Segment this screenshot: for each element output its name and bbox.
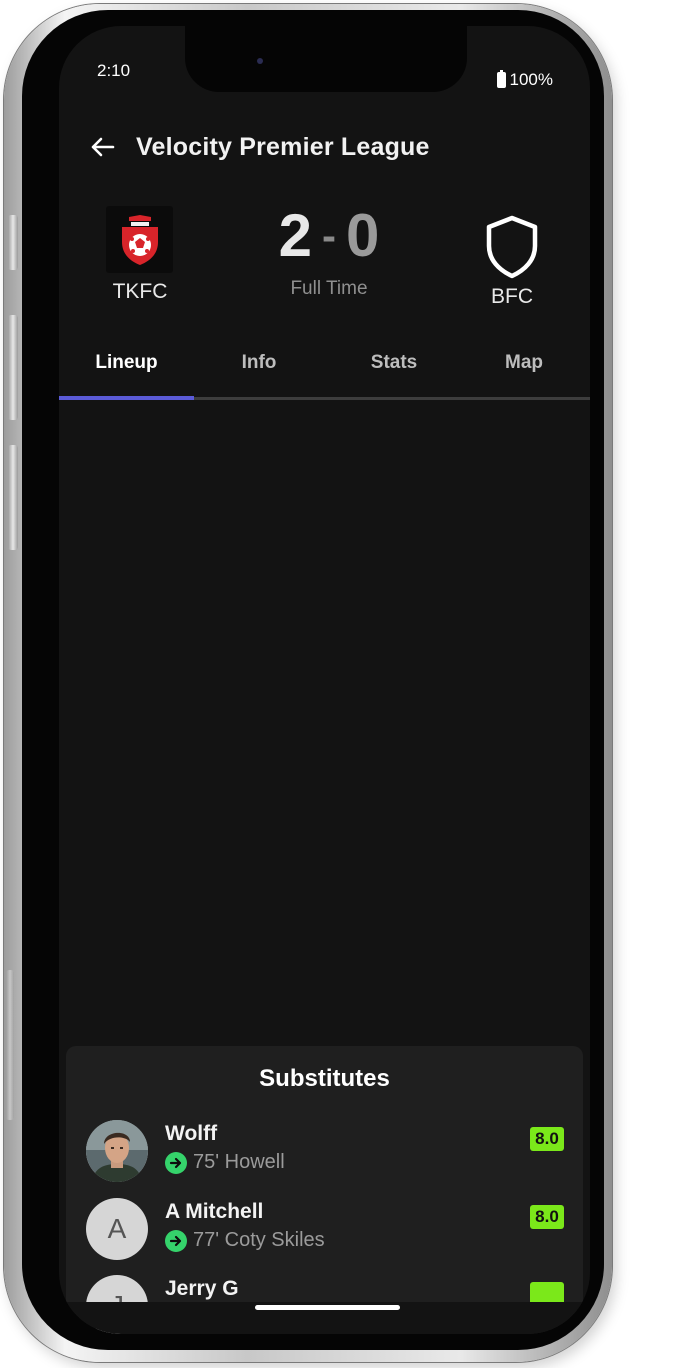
player-name: A Mitchell — [165, 1200, 264, 1223]
player-avatar — [86, 1120, 148, 1182]
match-status: Full Time — [290, 278, 368, 299]
status-time: 2:10 — [97, 61, 131, 80]
avatar-initial: A — [107, 1213, 127, 1244]
side-button — [6, 970, 14, 1120]
player-name: Wolff — [165, 1122, 218, 1145]
substitutes-title: Substitutes — [259, 1065, 390, 1092]
back-arrow-icon[interactable] — [87, 132, 117, 162]
player-rating-badge: 8.0 — [530, 1127, 564, 1151]
home-team-crest-icon[interactable] — [106, 206, 173, 273]
substitutes-panel: Substitutes Wolff 75' Howell 8.0 A A Mit… — [66, 1046, 583, 1334]
score-separator: - — [322, 212, 336, 259]
battery-icon — [496, 70, 506, 88]
camera-icon — [257, 58, 263, 64]
away-team-name: BFC — [491, 285, 533, 308]
player-name: Jerry G — [165, 1277, 239, 1300]
notch — [185, 26, 467, 92]
battery-level: 100% — [509, 70, 553, 89]
volume-down-button — [8, 445, 18, 550]
substitution-detail: 77' Coty Skiles — [165, 1229, 325, 1252]
tab-stats[interactable]: Stats — [354, 352, 434, 374]
away-team-shield-icon[interactable] — [484, 214, 540, 280]
app-screen: 2:10 100% Velocity Premier League TKFC 2… — [59, 26, 590, 1334]
home-team-name: TKFC — [112, 280, 168, 303]
home-indicator[interactable] — [255, 1305, 400, 1310]
tab-lineup[interactable]: Lineup — [79, 352, 174, 374]
sub-in-arrow-icon — [165, 1151, 187, 1174]
tab-info[interactable]: Info — [219, 352, 299, 374]
substitute-row[interactable]: Wolff 75' Howell 8.0 — [86, 1120, 566, 1190]
substitution-text: 75' Howell — [193, 1151, 285, 1173]
battery-indicator: 100% — [496, 70, 553, 90]
substitution-detail: 75' Howell — [165, 1151, 285, 1174]
substitution-text: 77' Coty Skiles — [193, 1229, 325, 1251]
away-score: 0 — [346, 202, 380, 269]
player-rating-badge: 8.0 — [530, 1205, 564, 1229]
volume-up-button — [8, 315, 18, 420]
substitute-row[interactable]: A A Mitchell 77' Coty Skiles 8.0 — [86, 1198, 566, 1268]
scoreline: 2-0 — [249, 206, 409, 266]
sub-in-arrow-icon — [165, 1229, 187, 1252]
tab-map[interactable]: Map — [484, 352, 564, 374]
league-title: Velocity Premier League — [136, 133, 430, 161]
player-avatar: A — [86, 1198, 148, 1260]
home-score: 2 — [278, 202, 312, 269]
silent-switch — [8, 215, 18, 270]
active-tab-indicator — [59, 396, 194, 400]
